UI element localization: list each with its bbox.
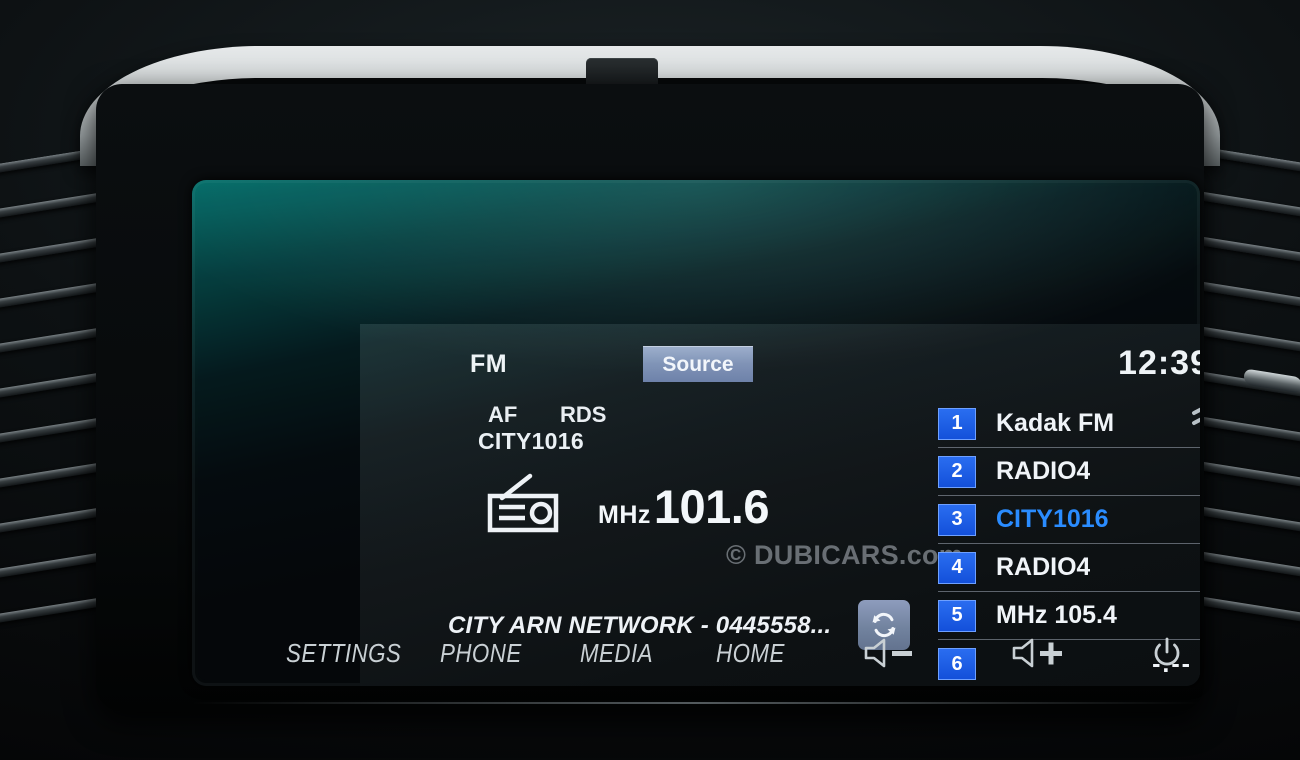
media-button[interactable]: MEDIA: [580, 638, 653, 669]
watermark: © DUBICARS.com: [726, 540, 964, 570]
head-unit-bottom-edge: [192, 702, 1200, 704]
preset-number: 3: [938, 503, 976, 536]
power-icon: [1154, 637, 1180, 666]
frequency-unit: MHz: [598, 501, 651, 529]
band-indicator: FM: [470, 350, 508, 378]
preset-row[interactable]: 1 Kadak FM: [938, 400, 1200, 448]
power-button[interactable]: [1150, 636, 1184, 670]
rds-indicator: RDS: [560, 402, 607, 427]
preset-name: RADIO4: [996, 457, 1091, 485]
radio-icon: [480, 472, 568, 542]
volume-down-icon: [864, 638, 912, 668]
home-button[interactable]: HOME: [716, 638, 785, 669]
hardware-key-row: SETTINGS PHONE MEDIA HOME: [192, 620, 1200, 686]
volume-up-button[interactable]: [1010, 637, 1066, 669]
dashboard-background: FM Source 12:39 AF RDS CITY1016: [0, 0, 1300, 760]
preset-row[interactable]: 2 RADIO4: [938, 448, 1200, 496]
volume-down-button[interactable]: [862, 637, 918, 669]
preset-number: 2: [938, 455, 976, 488]
preset-name: Kadak FM: [996, 409, 1115, 437]
preset-row-active[interactable]: 3 CITY1016: [938, 496, 1200, 544]
chevron-up-icon[interactable]: [1190, 400, 1200, 426]
settings-button[interactable]: SETTINGS: [286, 638, 401, 669]
clock: 12:39: [1118, 344, 1200, 382]
phone-button[interactable]: PHONE: [440, 638, 522, 669]
preset-name: CITY1016: [996, 505, 1109, 533]
frequency-value: 101.6: [653, 480, 770, 533]
preset-number: 1: [938, 407, 976, 440]
frequency-readout: MHz 101.6: [598, 479, 770, 534]
program-service-name: CITY1016: [478, 428, 584, 454]
head-unit-body: FM Source 12:39 AF RDS CITY1016: [96, 84, 1204, 712]
af-indicator: AF: [488, 402, 518, 427]
display-glass: FM Source 12:39 AF RDS CITY1016: [192, 180, 1200, 686]
preset-name: RADIO4: [996, 553, 1091, 581]
preset-number: 4: [938, 551, 976, 584]
volume-up-icon: [1012, 638, 1062, 668]
source-button[interactable]: Source: [643, 346, 753, 382]
preset-row[interactable]: 4 RADIO4: [938, 544, 1200, 592]
